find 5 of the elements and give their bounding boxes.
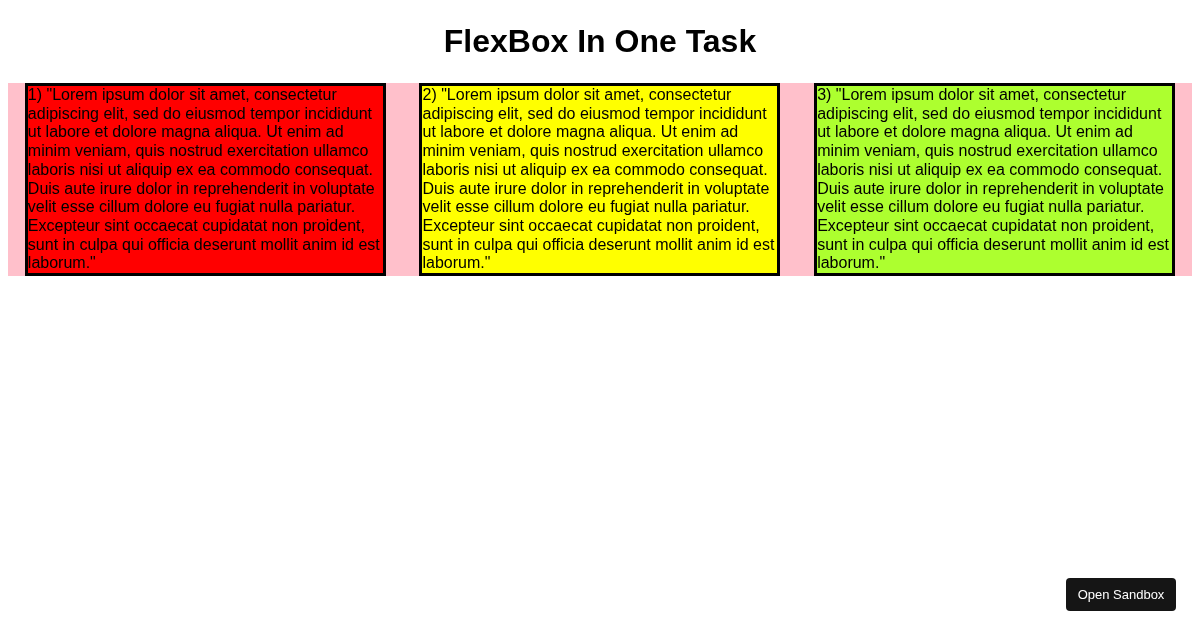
page-title: FlexBox In One Task (442, 23, 758, 59)
text-card: 1) "Lorem ipsum dolor sit amet, consectetur adipiscing elit, sed do eiusmod tempor incididunt ut labore et dolore magna aliqua. Ut enim ad minim veniam, quis nostrud exercitation ullamco laboris nisi ut aliquip ex ea commodo consequat. Duis aute irure dolor in reprehenderit in voluptate velit esse cillum dolore eu fugiat nulla pariatur. Excepteur sint occaecat cupidatat non proident, sunt in culpa qui officia deserunt mollit anim id est laborum." (24, 83, 386, 277)
open-sandbox-button[interactable]: Open Sandbox (1066, 578, 1176, 611)
text-card: 2) "Lorem ipsum dolor sit amet, consectetur adipiscing elit, sed do eiusmod tempor incididunt ut labore et dolore magna aliqua. Ut enim ad minim veniam, quis nostrud exercitation ullamco laboris nisi ut aliquip ex ea commodo consequat. Duis aute irure dolor in reprehenderit in voluptate velit esse cillum dolore eu fugiat nulla pariatur. Excepteur sint occaecat cupidatat non proident, sunt in culpa qui officia deserunt mollit anim id est laborum." (419, 83, 781, 277)
text-card: 3) "Lorem ipsum dolor sit amet, consectetur adipiscing elit, sed do eiusmod tempor incididunt ut labore et dolore magna aliqua. Ut enim ad minim veniam, quis nostrud exercitation ullamco laboris nisi ut aliquip ex ea commodo consequat. Duis aute irure dolor in reprehenderit in voluptate velit esse cillum dolore eu fugiat nulla pariatur. Excepteur sint occaecat cupidatat non proident, sunt in culpa qui officia deserunt mollit anim id est laborum." (814, 83, 1176, 277)
